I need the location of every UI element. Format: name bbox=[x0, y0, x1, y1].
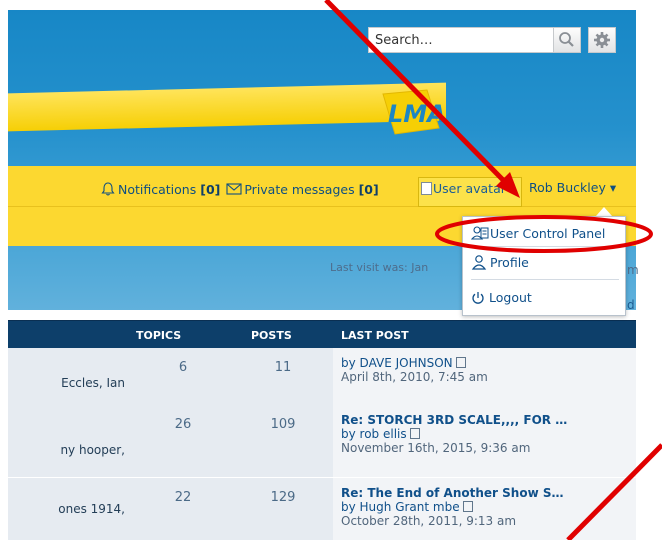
menu-item-label: Logout bbox=[489, 290, 532, 305]
topics-cell: 22 bbox=[133, 478, 234, 540]
last-post-cell: Re: STORCH 3RD SCALE,,,, FOR … by rob el… bbox=[333, 405, 636, 477]
topics-count: 26 bbox=[174, 417, 192, 432]
posts-count: 129 bbox=[270, 490, 296, 505]
menu-divider bbox=[471, 279, 619, 280]
topics-cell: 26 bbox=[133, 405, 234, 477]
forum-cell: ones 1914, bbox=[8, 478, 134, 540]
private-messages-link[interactable]: Private messages [0] bbox=[226, 181, 379, 197]
partial-link[interactable]: d bbox=[627, 298, 635, 312]
bell-icon bbox=[101, 182, 115, 196]
avatar[interactable]: User avatar bbox=[418, 177, 522, 207]
posts-cell: 109 bbox=[233, 405, 334, 477]
control-panel-icon bbox=[471, 226, 489, 240]
navbar-divider bbox=[8, 206, 636, 207]
menu-item-label: Profile bbox=[490, 254, 529, 270]
topics-count: 6 bbox=[178, 360, 188, 375]
logo-text: LMA bbox=[388, 100, 445, 128]
broken-image-icon bbox=[421, 182, 432, 195]
private-messages-count: [0] bbox=[358, 181, 379, 197]
column-header-topics: TOPICS bbox=[136, 329, 182, 342]
notifications-label: Notifications bbox=[118, 181, 197, 197]
topics-count: 22 bbox=[174, 490, 192, 505]
last-post-author[interactable]: by DAVE JOHNSON bbox=[341, 356, 453, 370]
search-button[interactable] bbox=[553, 27, 581, 53]
table-row: ones 1914, 22 129 Re: The End of Another… bbox=[8, 478, 636, 541]
last-post-cell: Re: The End of Another Show S… by Hugh G… bbox=[333, 478, 636, 540]
last-post-title[interactable]: Re: STORCH 3RD SCALE,,,, FOR … bbox=[341, 413, 567, 427]
menu-item-label: User Control Panel bbox=[490, 225, 606, 241]
posts-count: 11 bbox=[274, 360, 292, 375]
posts-count: 109 bbox=[270, 417, 296, 432]
search-icon bbox=[559, 32, 574, 47]
user-dropdown-menu: User Control Panel Profile Logout bbox=[462, 216, 626, 316]
forum-cell: ny hooper, bbox=[8, 405, 134, 477]
view-post-icon[interactable] bbox=[463, 501, 474, 512]
moderators-text: Eccles, Ian bbox=[61, 376, 125, 390]
column-header-posts: POSTS bbox=[251, 329, 292, 342]
menu-divider bbox=[471, 246, 619, 247]
site-logo[interactable]: LMA bbox=[375, 86, 445, 148]
view-post-icon[interactable] bbox=[410, 428, 421, 439]
envelope-icon bbox=[226, 183, 242, 195]
last-visit-text: Last visit was: Jan bbox=[330, 261, 429, 274]
forum-table-header: TOPICS POSTS LAST POST bbox=[8, 320, 636, 349]
notifications-count: [0] bbox=[200, 181, 221, 197]
last-post-title[interactable]: Re: The End of Another Show S… bbox=[341, 486, 563, 500]
username-menu-toggle[interactable]: Rob Buckley ▾ bbox=[529, 180, 616, 195]
last-post-date: October 28th, 2011, 9:13 am bbox=[341, 514, 517, 528]
last-post-author[interactable]: by Hugh Grant mbe bbox=[341, 500, 460, 514]
last-post-author[interactable]: by rob ellis bbox=[341, 427, 407, 441]
menu-item-user-control-panel[interactable]: User Control Panel bbox=[471, 225, 605, 241]
menu-item-profile[interactable]: Profile bbox=[471, 254, 529, 270]
user-icon bbox=[471, 255, 487, 270]
last-post-date: November 16th, 2015, 9:36 am bbox=[341, 441, 531, 455]
notifications-link[interactable]: Notifications [0] bbox=[100, 181, 220, 197]
search-box bbox=[368, 27, 580, 53]
private-messages-label: Private messages bbox=[244, 181, 355, 197]
last-post-date: April 8th, 2010, 7:45 am bbox=[341, 370, 488, 384]
moderators-text: ny hooper, bbox=[60, 443, 125, 457]
nav-links: Notifications [0] Private messages [0] bbox=[100, 179, 379, 199]
gear-icon bbox=[594, 32, 610, 48]
avatar-alt-text: User avatar bbox=[433, 181, 506, 196]
search-input[interactable] bbox=[375, 31, 525, 49]
menu-item-logout[interactable]: Logout bbox=[471, 290, 532, 305]
table-row: ny hooper, 26 109 Re: STORCH 3RD SCALE,,… bbox=[8, 405, 636, 478]
view-post-icon[interactable] bbox=[456, 357, 467, 368]
moderators-text: ones 1914, bbox=[58, 502, 125, 516]
partial-text: m bbox=[627, 263, 639, 277]
column-header-last-post: LAST POST bbox=[341, 329, 409, 342]
power-icon bbox=[472, 291, 484, 304]
advanced-search-button[interactable] bbox=[588, 27, 616, 53]
dropdown-caret bbox=[596, 207, 612, 216]
posts-cell: 129 bbox=[233, 478, 334, 540]
